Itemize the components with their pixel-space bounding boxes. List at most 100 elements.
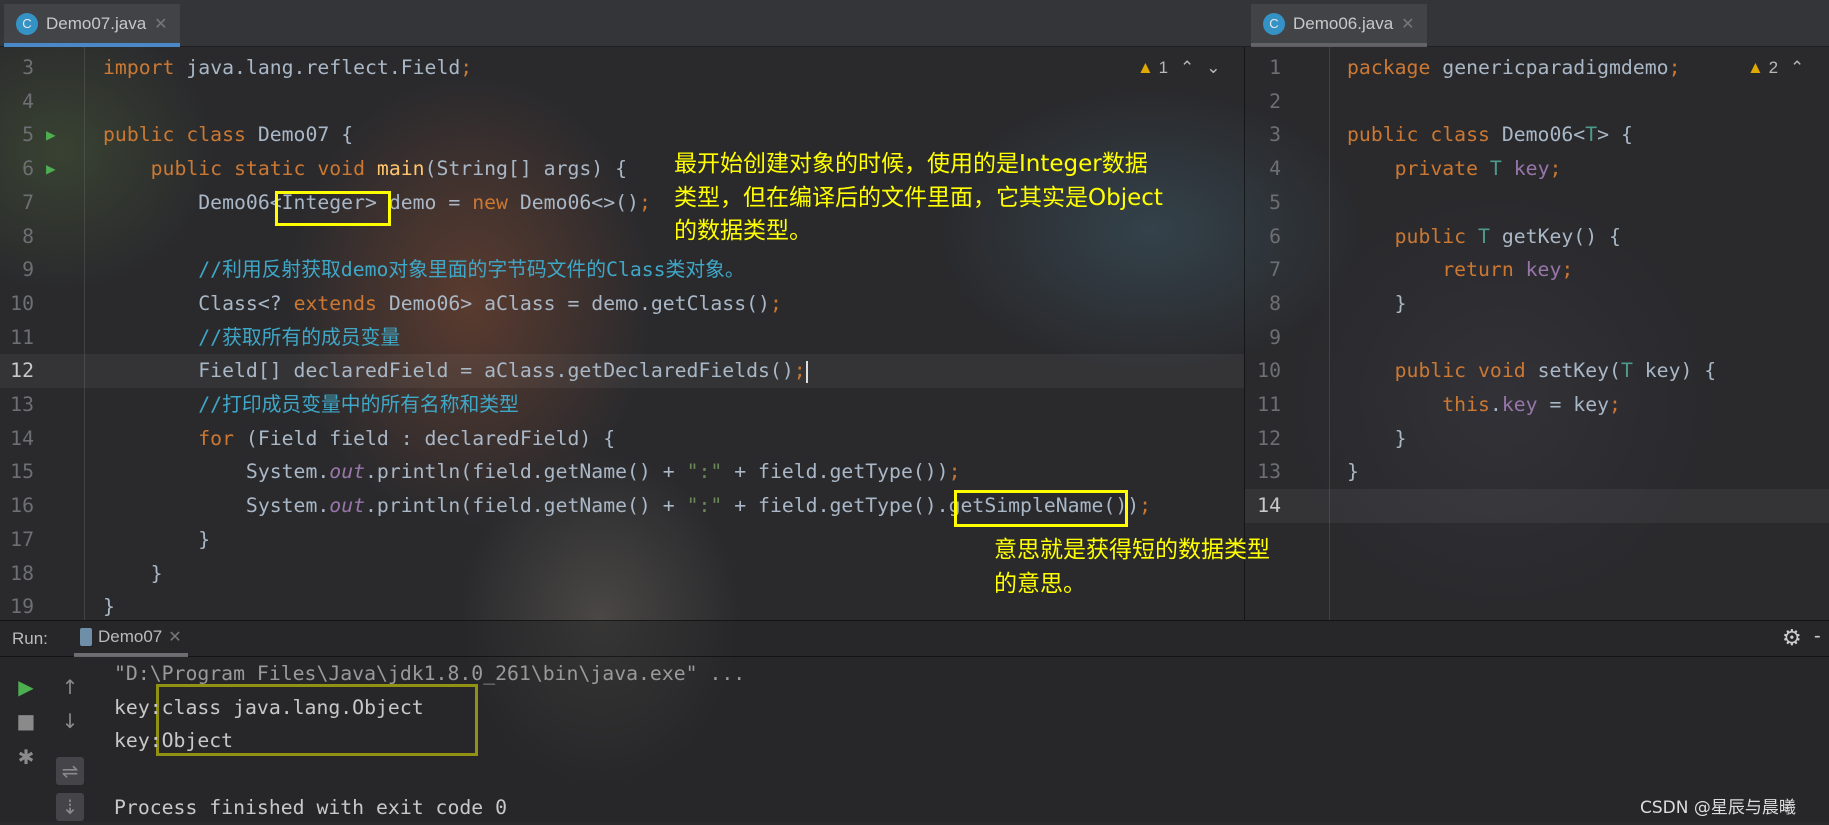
chevron-up-icon[interactable]: ⌃ — [1790, 58, 1804, 78]
line-number: 4 — [1269, 157, 1281, 181]
code-token: ":" — [686, 494, 723, 518]
code-token: public static void — [103, 157, 377, 181]
code-line[interactable]: 2 — [1245, 85, 1829, 119]
code-token: setKey( — [1537, 359, 1621, 383]
code-token: key) { — [1644, 359, 1717, 383]
code-token: (Field field : declaredField) { — [245, 426, 616, 450]
run-tab-label: Demo07 — [98, 627, 163, 646]
code-token: ; — [1139, 494, 1152, 518]
code-line[interactable]: 12 } — [1245, 422, 1829, 456]
tab-demo07[interactable]: C Demo07.java ✕ — [4, 4, 180, 47]
line-number: 4 — [22, 89, 34, 113]
code-token: T — [1620, 359, 1645, 383]
line-number: 5 — [22, 123, 34, 147]
code-token: Demo07 { — [257, 123, 354, 147]
line-number: 7 — [1269, 258, 1281, 282]
code-line[interactable]: 13} — [1245, 455, 1829, 489]
code-token: } — [103, 595, 115, 619]
line-number: 11 — [1257, 393, 1281, 416]
line-number: 2 — [1269, 89, 1281, 113]
left-warning-indicator[interactable]: ▲ 1 ⌃ ⌄ — [1137, 58, 1221, 78]
code-token: ; — [793, 359, 806, 383]
code-token: for — [103, 426, 246, 450]
code-text: //获取所有的成员变量 — [103, 321, 400, 355]
tab-label: Demo06.java — [1293, 13, 1394, 33]
code-line[interactable]: 4 — [0, 85, 1244, 119]
code-token: System. — [103, 460, 330, 484]
code-line[interactable]: 4 private T key; — [1245, 152, 1829, 186]
code-line[interactable]: 13 //打印成员变量中的所有名称和类型 — [0, 388, 1244, 422]
console-line: key:Object — [114, 729, 234, 752]
run-gutter-icon[interactable]: ▶ — [46, 152, 56, 186]
code-token: Demo06< — [1501, 123, 1586, 147]
right-editor[interactable]: 1 package genericparadigmdemo; 2 3 public cl… — [1245, 47, 1829, 620]
code-token: new — [472, 190, 520, 214]
code-line[interactable]: 14 for (Field field : declaredField) { — [0, 422, 1244, 456]
console-line: "D:\Program Files\Java\jdk1.8.0_261\bin\… — [114, 662, 746, 685]
code-line[interactable]: 7 return key; — [1245, 253, 1829, 287]
line-number: 10 — [1257, 359, 1281, 383]
code-token: .println(field.getName() + — [365, 460, 687, 484]
console-output[interactable]: "D:\Program Files\Java\jdk1.8.0_261\bin\… — [0, 657, 1829, 823]
line-number: 15 — [10, 460, 34, 484]
close-icon[interactable]: ✕ — [1401, 14, 1414, 34]
code-token: (String[] args) { — [424, 157, 628, 181]
close-icon[interactable]: ✕ — [154, 14, 167, 34]
code-token: public class — [103, 123, 258, 147]
code-line[interactable]: 11 this.key = key; — [1245, 388, 1829, 422]
code-line[interactable]: 6 public T getKey() { — [1245, 220, 1829, 254]
code-line[interactable]: 12 Field[] declaredField = aClass.getDec… — [0, 354, 1244, 389]
code-token: } — [1347, 460, 1359, 484]
right-warning-indicator[interactable]: ▲ 2 ⌃ — [1747, 58, 1804, 78]
code-line[interactable]: 3 import java.lang.reflect.Field; — [0, 51, 1244, 85]
code-text: Field[] declaredField = aClass.getDeclar… — [103, 354, 808, 388]
run-panel: Run: Demo07 ✕ ⚙ - ▶ ■ ✱ ↑ ↓ ⇌ ⇣ "D:\Prog… — [0, 620, 1829, 822]
code-line[interactable]: 3 public class Demo06<T> { — [1245, 118, 1829, 152]
line-number: 9 — [1269, 325, 1281, 349]
code-token: } — [103, 561, 163, 585]
code-token: out — [329, 460, 366, 484]
code-token: import — [103, 56, 187, 79]
line-number: 12 — [10, 359, 34, 383]
close-icon[interactable]: ✕ — [168, 627, 181, 647]
code-token: Demo06<>() — [519, 190, 639, 214]
code-token: + field.getType()) — [722, 460, 949, 484]
minimize-icon[interactable]: - — [1814, 625, 1821, 648]
code-line[interactable]: 1 package genericparadigmdemo; — [1245, 51, 1829, 85]
code-line[interactable]: 10 public void setKey(T key) { — [1245, 354, 1829, 388]
code-line[interactable]: 14 — [1245, 489, 1829, 524]
line-number: 8 — [1269, 291, 1281, 315]
code-line[interactable]: 11 //获取所有的成员变量 — [0, 321, 1244, 355]
code-line[interactable]: 5 — [1245, 186, 1829, 220]
code-text: System.out.println(field.getName() + ":"… — [103, 455, 961, 489]
chevron-down-icon[interactable]: ⌄ — [1206, 58, 1220, 78]
code-token: } — [103, 527, 211, 551]
code-token: key — [1525, 258, 1562, 282]
code-line[interactable]: 10 Class<? extends Demo06> aClass = demo… — [0, 287, 1244, 321]
highlight-integer — [275, 191, 391, 226]
run-tab-demo07[interactable]: Demo07 ✕ — [74, 621, 188, 657]
tab-demo06[interactable]: C Demo06.java ✕ — [1251, 4, 1427, 47]
java-class-icon: C — [1263, 12, 1285, 35]
code-line[interactable]: 15 System.out.println(field.getName() + … — [0, 455, 1244, 489]
warning-icon: ▲ — [1137, 58, 1154, 77]
gear-icon[interactable]: ⚙ — [1782, 625, 1802, 651]
code-text: } — [103, 523, 210, 557]
code-line[interactable]: 9 //利用反射获取demo对象里面的字节码文件的Class类对象。 — [0, 253, 1244, 287]
code-text: } — [103, 590, 115, 620]
code-line[interactable]: 8 } — [1245, 287, 1829, 321]
code-token: //获取所有的成员变量 — [103, 325, 401, 349]
chevron-up-icon[interactable]: ⌃ — [1180, 58, 1194, 78]
text-caret — [805, 360, 808, 383]
run-gutter-icon[interactable]: ▶ — [46, 118, 56, 152]
code-token: Class<? — [103, 291, 294, 315]
code-text: public T getKey() { — [1347, 220, 1621, 254]
code-token: ; — [769, 291, 782, 315]
line-number: 8 — [22, 224, 34, 248]
code-line[interactable]: 9 — [1245, 321, 1829, 355]
code-token: return — [1347, 258, 1526, 282]
code-text: Class<? extends Demo06> aClass = demo.ge… — [103, 287, 782, 321]
code-token: } — [1347, 291, 1407, 315]
highlight-getsimplename — [954, 490, 1128, 527]
annotation-note-1: 最开始创建对象的时候，使用的是Integer数据 类型，但在编译后的文件里面，它… — [674, 151, 1163, 244]
